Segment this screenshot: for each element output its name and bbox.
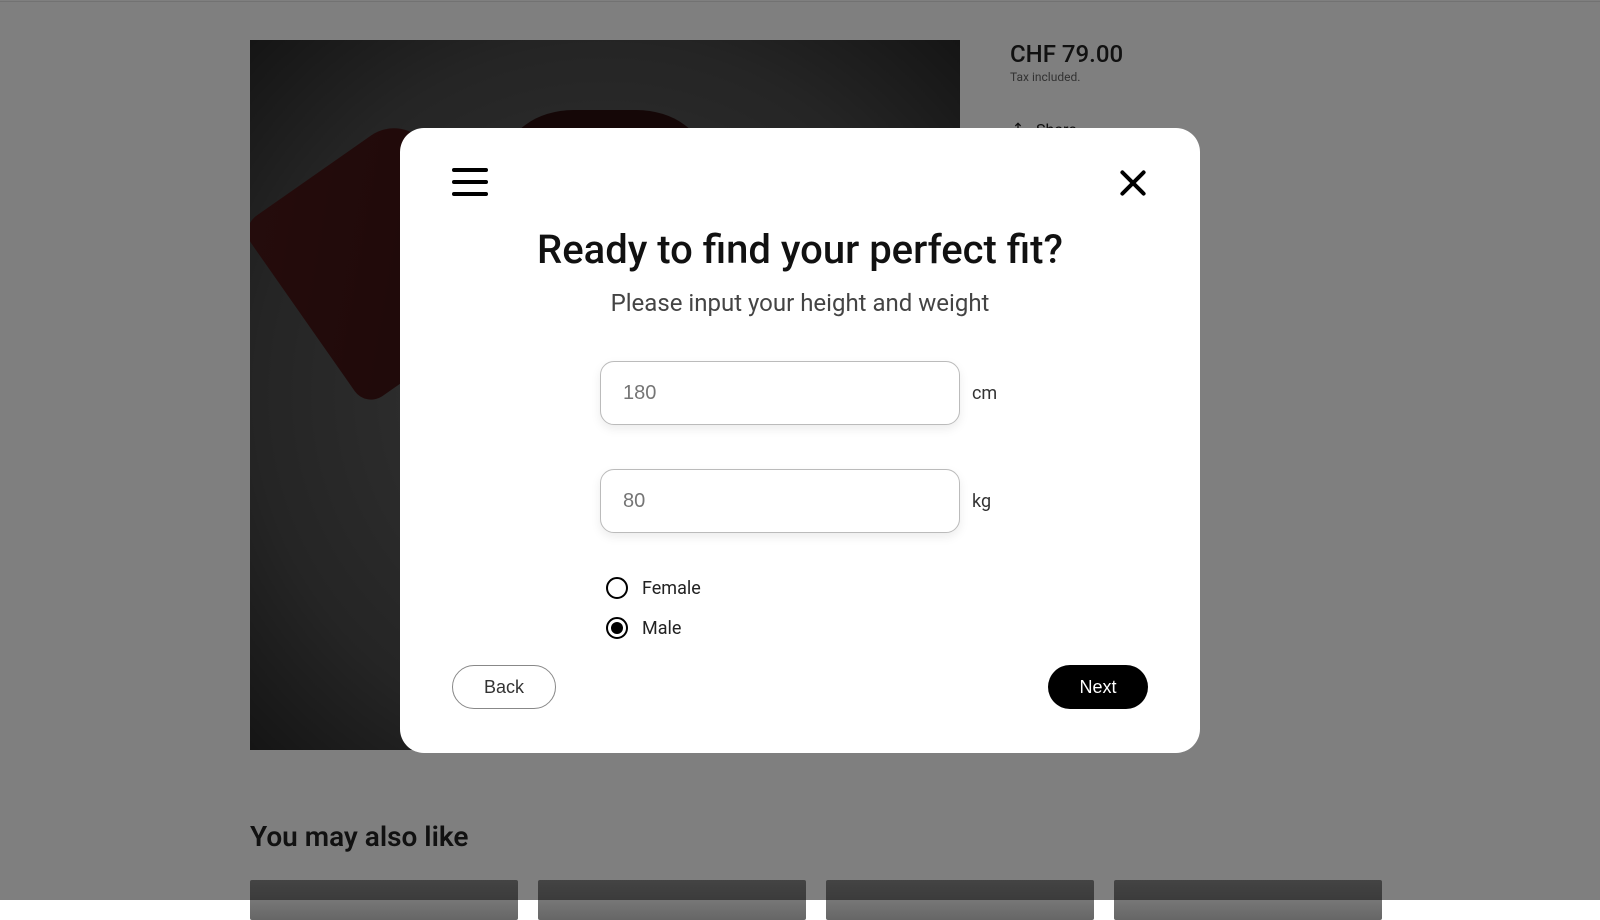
weight-row: kg	[600, 469, 1000, 533]
female-label: Female	[642, 578, 701, 599]
weight-input[interactable]	[600, 469, 960, 533]
female-radio-option[interactable]: Female	[606, 577, 1000, 599]
radio-circle-checked-icon	[606, 617, 628, 639]
height-input[interactable]	[600, 361, 960, 425]
radio-circle-icon	[606, 577, 628, 599]
height-unit: cm	[972, 383, 1000, 404]
male-radio-option[interactable]: Male	[606, 617, 1000, 639]
size-fit-modal: Ready to find your perfect fit? Please i…	[400, 128, 1200, 753]
close-icon[interactable]	[1118, 168, 1148, 198]
modal-header	[452, 168, 1148, 198]
weight-unit: kg	[972, 491, 1000, 512]
modal-subtitle: Please input your height and weight	[452, 289, 1148, 317]
measurement-inputs: cm kg	[600, 361, 1000, 533]
modal-footer: Back Next	[452, 665, 1148, 709]
modal-title: Ready to find your perfect fit?	[452, 226, 1148, 273]
height-row: cm	[600, 361, 1000, 425]
male-label: Male	[642, 618, 681, 639]
menu-icon[interactable]	[452, 168, 488, 196]
next-button[interactable]: Next	[1048, 665, 1148, 709]
gender-radio-group: Female Male	[600, 577, 1000, 639]
back-button[interactable]: Back	[452, 665, 556, 709]
